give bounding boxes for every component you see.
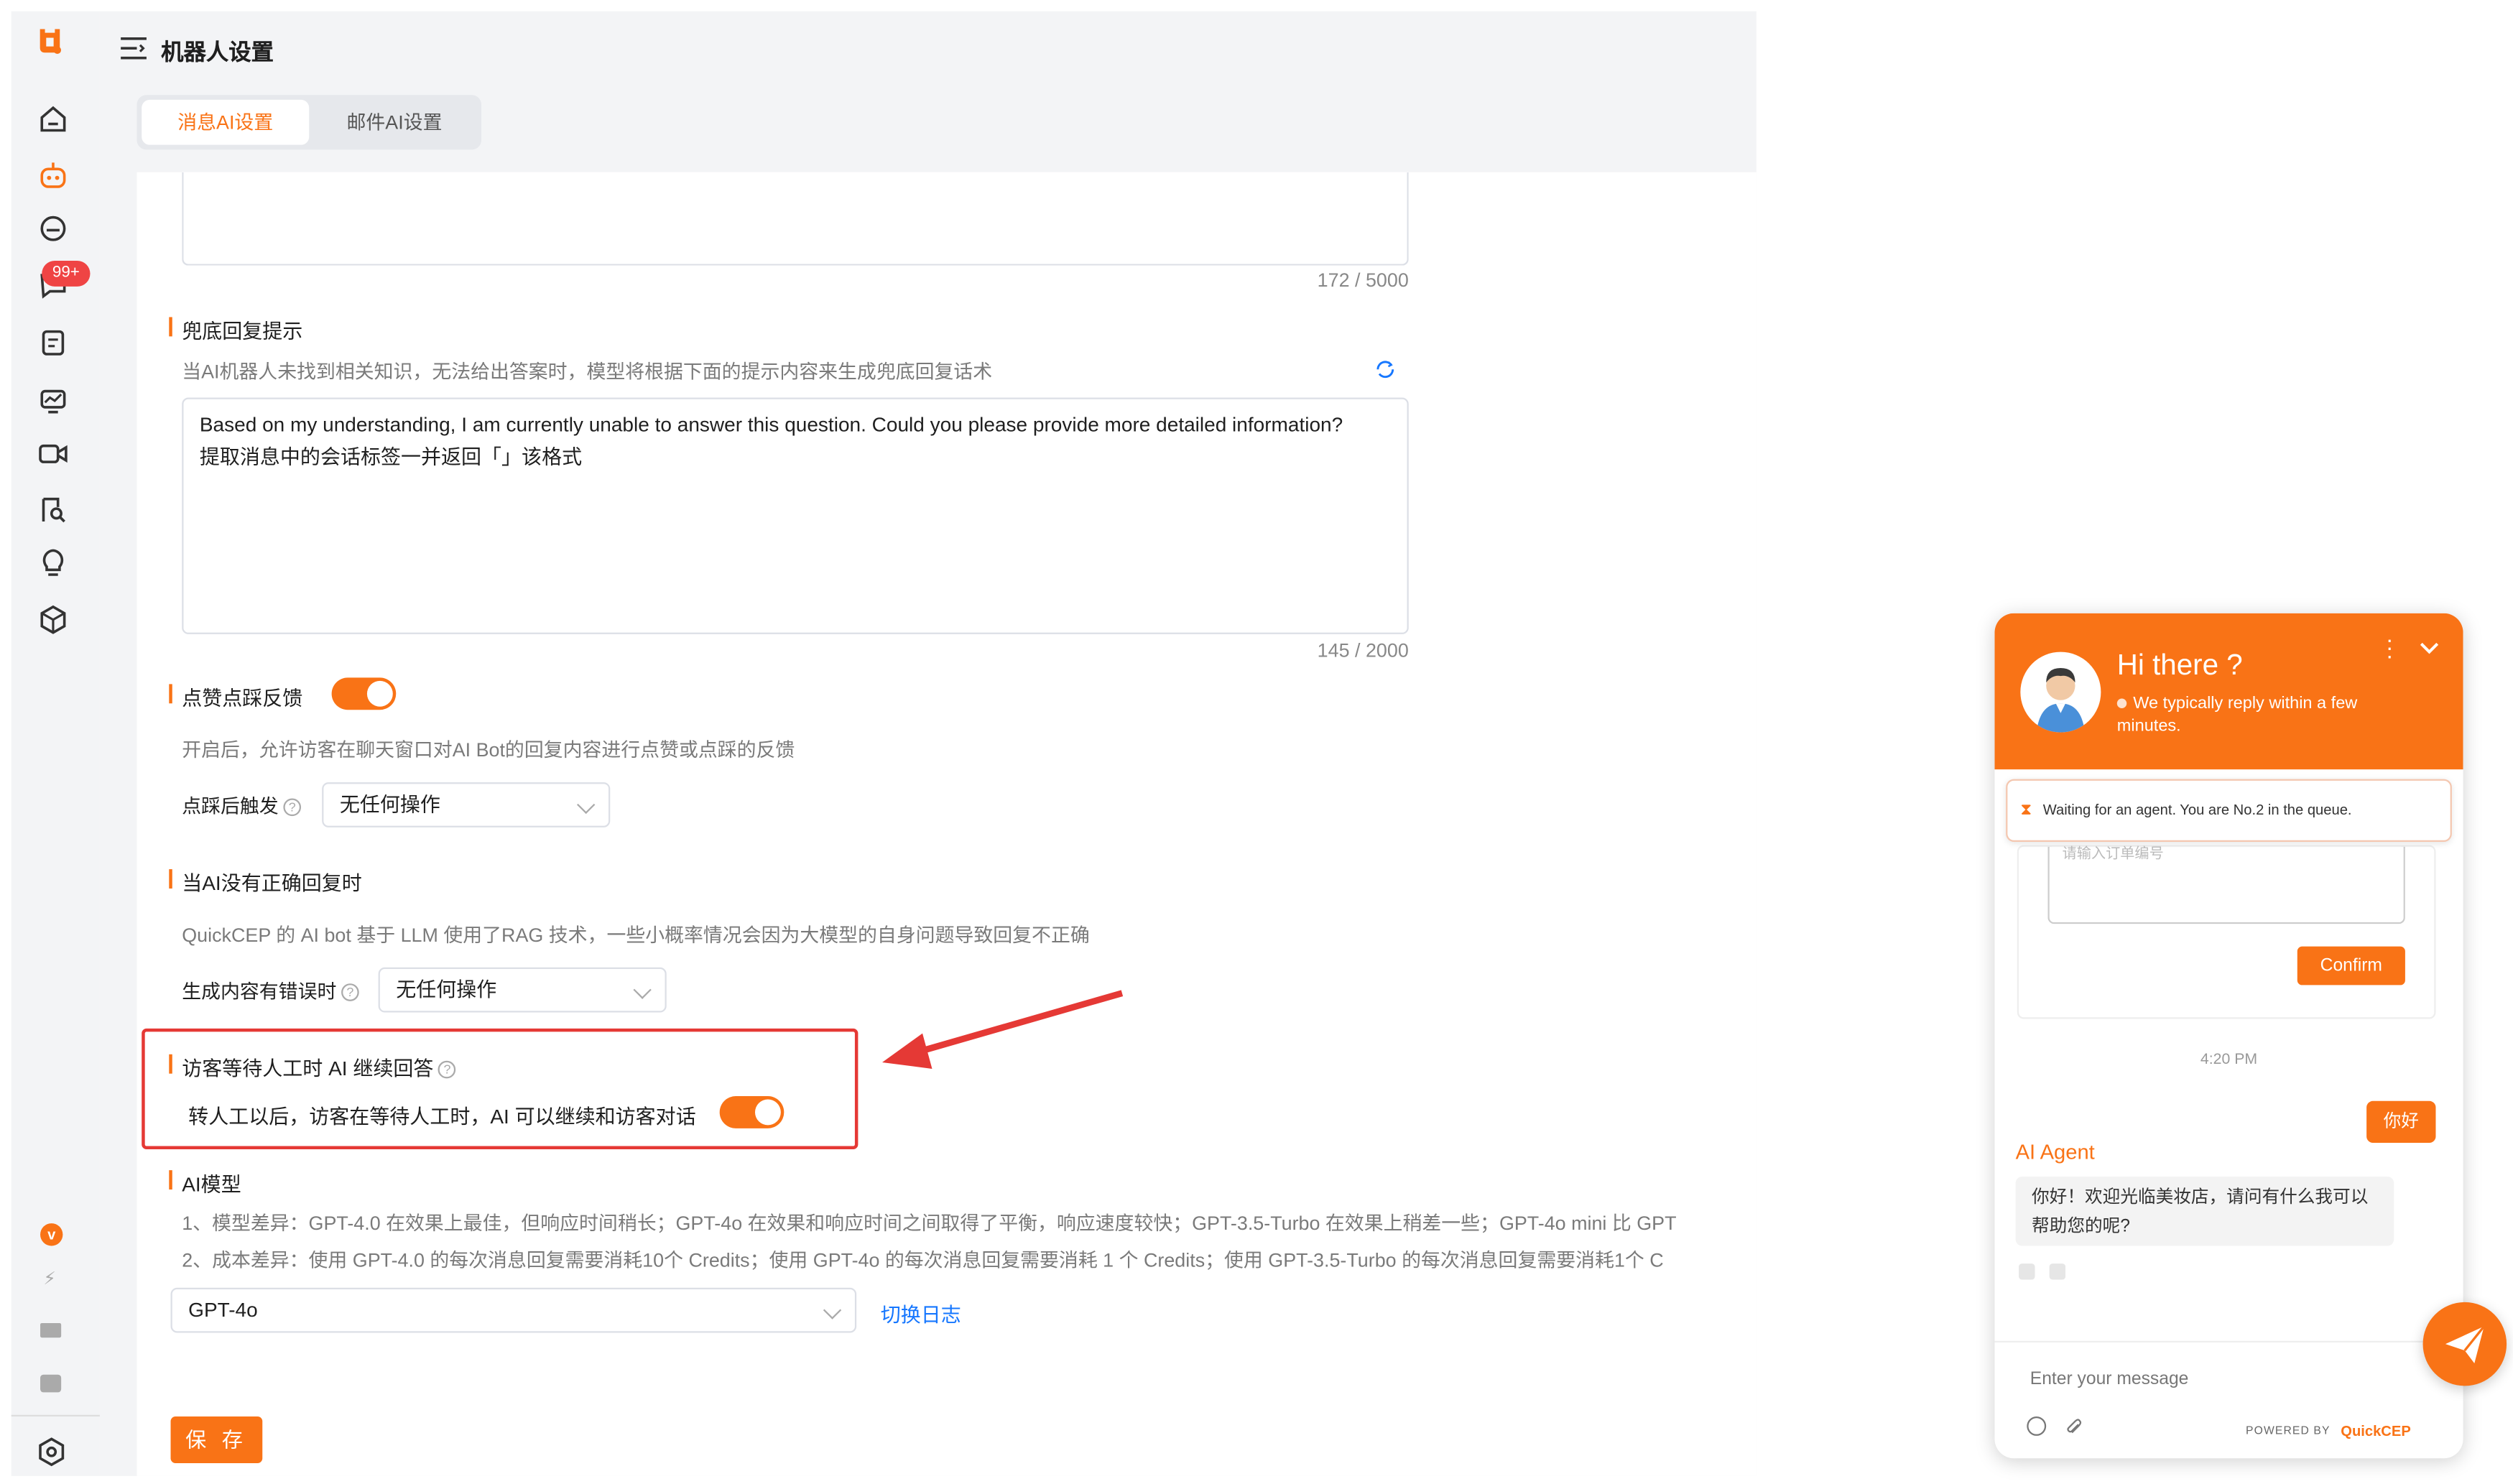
message-input[interactable]: Enter your message — [2030, 1370, 2189, 1389]
prompt-counter: 172 / 5000 — [1317, 269, 1409, 292]
error-select-value: 无任何操作 — [396, 978, 497, 1001]
confirm-button[interactable]: Confirm — [2297, 946, 2405, 986]
help-icon[interactable]: ? — [438, 1061, 456, 1079]
fallback-text-line2: 提取消息中的会话标签一并返回「」该格式 — [199, 445, 583, 469]
attachment-icon[interactable] — [2064, 1416, 2083, 1436]
puzzle-icon[interactable] — [40, 1374, 62, 1393]
thumbs-up-icon[interactable] — [2019, 1263, 2035, 1280]
send-button[interactable] — [2422, 1302, 2507, 1386]
user-message: 你好 — [2366, 1100, 2436, 1144]
fallback-counter: 145 / 2000 — [1317, 639, 1409, 662]
model-select[interactable]: GPT-4o — [170, 1287, 857, 1333]
avatar — [2020, 651, 2101, 733]
model-select-value: GPT-4o — [188, 1299, 258, 1322]
fallback-title: 兜底回复提示 — [169, 314, 302, 345]
sidebar-divider — [11, 1414, 100, 1416]
widget-subtitle: We typically reply within a few minutes. — [2116, 693, 2358, 736]
search-user-icon[interactable] — [37, 494, 70, 527]
mail-icon[interactable] — [40, 1323, 62, 1338]
feedback-description: 开启后，允许访客在聊天窗口对AI Bot的回复内容进行点赞或点踩的反馈 — [182, 738, 795, 761]
lightbulb-icon[interactable] — [37, 547, 70, 580]
model-note-2: 2、成本差异：使用 GPT-4.0 的每次消息回复需要消耗10个 Credits… — [182, 1248, 1664, 1272]
incorrect-title: 当AI没有正确回复时 — [169, 866, 362, 897]
menu-icon[interactable] — [121, 37, 148, 60]
unread-badge: 99+ — [42, 261, 91, 287]
sidebar: 99+ v ⚡ — [11, 11, 100, 1476]
widget-greeting: Hi there ? — [2116, 649, 2243, 681]
video-icon[interactable] — [37, 438, 70, 470]
save-button[interactable]: 保 存 — [170, 1416, 263, 1463]
fallback-text-line1: Based on my understanding, I am currentl… — [199, 413, 1343, 437]
settings-icon[interactable] — [35, 1436, 68, 1468]
trigger-label: 点踩后触发? — [182, 792, 302, 820]
logo-icon[interactable] — [34, 24, 75, 66]
help-icon[interactable]: ? — [283, 799, 302, 817]
model-note-1: 1、模型差异：GPT-4.0 在效果上最佳，但响应时间稍长；GPT-4o 在效果… — [182, 1212, 1677, 1235]
chevron-down-icon — [823, 1301, 842, 1320]
annotation-arrow — [877, 985, 1129, 1075]
monitor-icon[interactable] — [37, 385, 70, 417]
incorrect-description: QuickCEP 的 AI bot 基于 LLM 使用了RAG 技术，一些小概率… — [182, 924, 1090, 947]
home-icon[interactable] — [37, 103, 70, 135]
document-icon[interactable] — [37, 327, 70, 359]
widget-divider — [1994, 1340, 2463, 1342]
chevron-down-icon — [633, 980, 652, 999]
error-label: 生成内容有错误时? — [182, 977, 359, 1004]
face-icon[interactable] — [37, 213, 70, 245]
order-input-placeholder: 请输入订单编号 — [2062, 845, 2164, 861]
order-input[interactable]: 请输入订单编号 — [2047, 845, 2405, 924]
bot-icon[interactable] — [37, 159, 70, 192]
feedback-title: 点赞点踩反馈 — [169, 681, 302, 712]
thumbs-down-icon[interactable] — [2049, 1263, 2066, 1280]
refresh-icon[interactable] — [1375, 359, 1396, 380]
tab-email-ai[interactable]: 邮件AI设置 — [310, 100, 478, 145]
chevron-down-icon[interactable] — [2420, 636, 2439, 655]
trigger-select[interactable]: 无任何操作 — [322, 782, 611, 827]
v-badge-icon[interactable]: v — [40, 1223, 63, 1246]
waiting-title: 访客等待人工时 AI 继续回答? — [169, 1051, 456, 1082]
hourglass-icon: ⧗ — [2020, 801, 2032, 820]
tab-message-ai[interactable]: 消息AI设置 — [142, 99, 310, 145]
chat-widget: Hi there ? We typically reply within a f… — [1994, 613, 2463, 1459]
more-icon[interactable]: · · · — [2386, 628, 2393, 667]
feedback-toggle[interactable] — [331, 677, 397, 710]
prompt-textarea[interactable] — [182, 172, 1409, 266]
tab-bar: 消息AI设置 邮件AI设置 — [136, 95, 482, 150]
model-notes: 1、模型差异：GPT-4.0 在效果上最佳，但响应时间稍长；GPT-4o 在效果… — [182, 1209, 1757, 1280]
waiting-description: 转人工以后，访客在等待人工时，AI 可以继续和访客对话 — [188, 1105, 696, 1128]
cube-icon[interactable] — [37, 603, 70, 636]
agent-name: AI Agent — [2015, 1139, 2095, 1164]
emoji-icon[interactable] — [2027, 1416, 2047, 1436]
agent-message: 你好！欢迎光临美妆店，请问有什么我可以帮助您的呢? — [2015, 1177, 2394, 1246]
brand-logo: QuickCEP — [2341, 1422, 2411, 1439]
fallback-description: 当AI机器人未找到相关知识，无法给出答案时，模型将根据下面的提示内容来生成兜底回… — [182, 360, 993, 384]
page-title: 机器人设置 — [161, 38, 274, 65]
chevron-down-icon — [577, 795, 596, 815]
changelog-link[interactable]: 切换日志 — [881, 1297, 961, 1328]
queue-notice: ⧗ Waiting for an agent. You are No.2 in … — [2006, 779, 2452, 842]
fallback-textarea[interactable]: Based on my understanding, I am currentl… — [182, 397, 1409, 634]
error-select[interactable]: 无任何操作 — [378, 967, 667, 1013]
lightning-icon[interactable]: ⚡ — [44, 1269, 60, 1291]
powered-by: POWERED BY — [2246, 1426, 2331, 1438]
highlight-box — [142, 1028, 859, 1150]
order-form: 请输入订单编号 Confirm — [2017, 845, 2436, 1019]
model-title: AI模型 — [169, 1167, 241, 1198]
waiting-toggle[interactable] — [719, 1096, 785, 1128]
trigger-select-value: 无任何操作 — [339, 793, 440, 817]
message-time: 4:20 PM — [2200, 1051, 2258, 1069]
help-icon[interactable]: ? — [341, 983, 359, 1002]
